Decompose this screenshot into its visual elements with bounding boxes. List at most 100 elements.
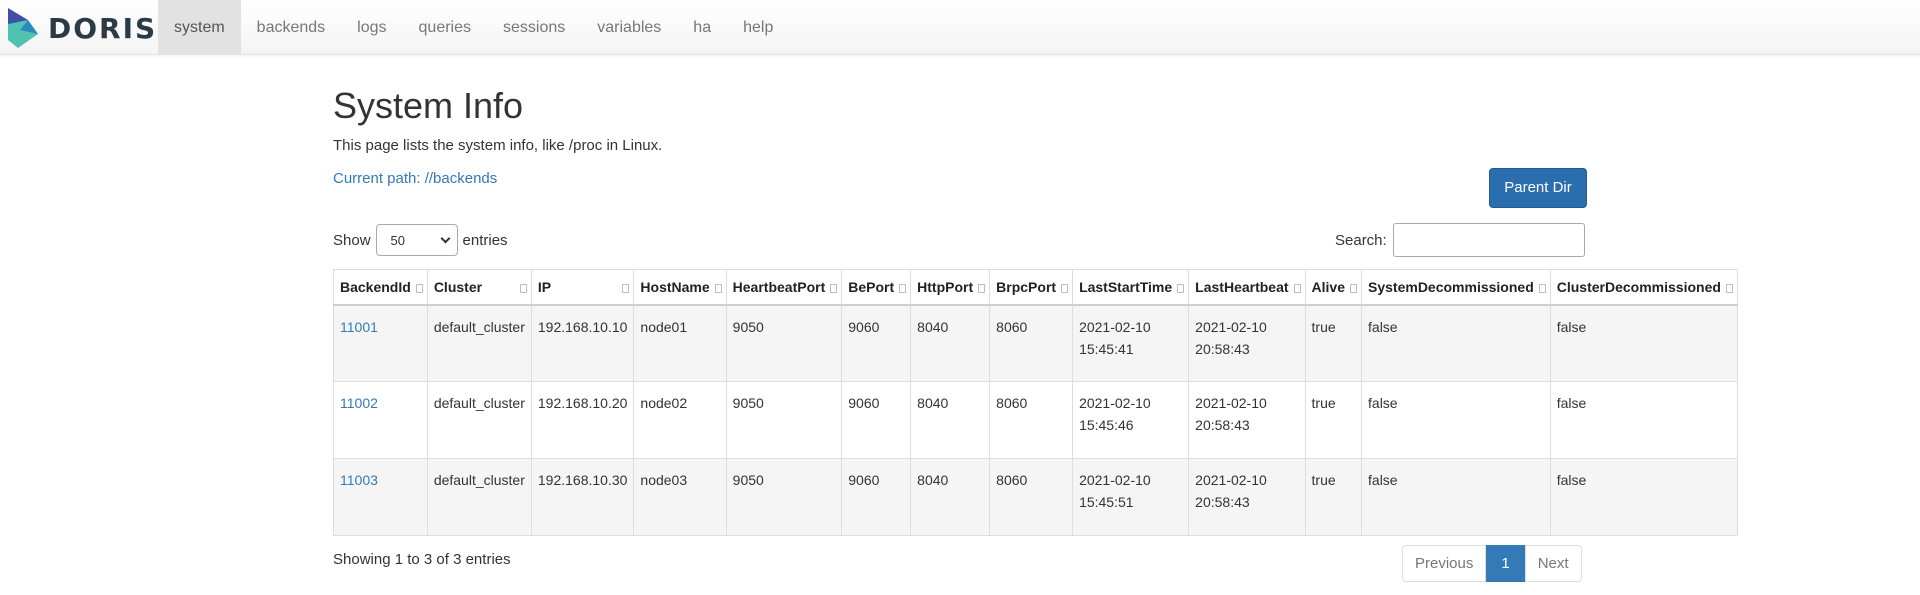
entries-length-control: Show 50 entries xyxy=(333,223,508,257)
cell-clusterdecommissioned: false xyxy=(1549,304,1738,382)
cell-systemdecommissioned: false xyxy=(1361,381,1551,459)
current-path[interactable]: Current path: //backends xyxy=(333,170,497,187)
page-description: This page lists the system info, like /p… xyxy=(333,137,663,154)
sort-icon[interactable] xyxy=(1725,284,1733,293)
next-page-button[interactable]: Next xyxy=(1524,545,1582,582)
cell-laststarttime: 2021-02-10 15:45:41 xyxy=(1072,304,1190,382)
sort-icon[interactable] xyxy=(519,284,527,293)
nav-item-system[interactable]: system xyxy=(158,0,241,55)
cell-ip: 192.168.10.30 xyxy=(530,458,635,536)
cell-ip: 192.168.10.10 xyxy=(530,304,635,382)
pagination: Previous 1 Next xyxy=(1402,545,1582,582)
page-title: System Info xyxy=(333,85,524,126)
table-row: 11003 default_cluster 192.168.10.30 node03 9… xyxy=(333,458,1738,536)
column-header-label: Alive xyxy=(1311,278,1346,295)
sort-icon[interactable] xyxy=(1350,284,1358,293)
sort-icon[interactable] xyxy=(830,284,838,293)
backends-table: BackendId Cluster IP HostName HeartbeatPort B… xyxy=(333,269,1738,536)
cell-clusterdecommissioned: false xyxy=(1549,458,1738,536)
column-header-brpcport[interactable]: BrpcPort xyxy=(989,269,1074,306)
column-header-label: BePort xyxy=(848,278,895,295)
cell-line: 20:58:43 xyxy=(1195,340,1250,357)
column-header-backendid[interactable]: BackendId xyxy=(333,269,428,306)
cell-laststarttime: 2021-02-10 15:45:51 xyxy=(1072,458,1190,536)
cell-systemdecommissioned: false xyxy=(1361,304,1551,382)
cell-httpport: 8040 xyxy=(910,381,991,459)
column-header-label: HeartbeatPort xyxy=(732,278,826,295)
cell-backendid[interactable]: 11001 xyxy=(333,304,428,382)
cell-brpcport: 8060 xyxy=(989,304,1074,382)
nav-item-sessions[interactable]: sessions xyxy=(487,0,581,55)
sort-icon[interactable] xyxy=(899,284,907,293)
cell-systemdecommissioned: false xyxy=(1361,458,1551,536)
cell-brpcport: 8060 xyxy=(989,458,1074,536)
column-header-httpport[interactable]: HttpPort xyxy=(910,269,991,306)
column-header-label: IP xyxy=(537,278,552,295)
column-header-label: HttpPort xyxy=(917,278,974,295)
table-row: 11002 default_cluster 192.168.10.20 node02 9… xyxy=(333,381,1738,459)
main-nav: system backends logs queries sessions variabl… xyxy=(158,0,789,55)
chevron-down-icon xyxy=(440,233,450,243)
column-header-ip[interactable]: IP xyxy=(530,269,635,306)
column-header-label: LastStartTime xyxy=(1079,278,1173,295)
column-header-hostname[interactable]: HostName xyxy=(633,269,727,306)
sort-icon[interactable] xyxy=(978,284,986,293)
column-header-laststarttime[interactable]: LastStartTime xyxy=(1072,269,1190,306)
cell-httpport: 8040 xyxy=(910,458,991,536)
column-header-cluster[interactable]: Cluster xyxy=(426,269,532,306)
sort-icon[interactable] xyxy=(1293,284,1301,293)
column-header-heartbeatport[interactable]: HeartbeatPort xyxy=(725,269,843,306)
column-header-beport[interactable]: BePort xyxy=(841,269,912,306)
column-header-lastheartbeat[interactable]: LastHeartbeat xyxy=(1188,269,1306,306)
column-header-clusterdecommissioned[interactable]: ClusterDecommissioned xyxy=(1549,269,1738,306)
parent-dir-button[interactable]: Parent Dir xyxy=(1489,168,1587,208)
nav-item-logs[interactable]: logs xyxy=(341,0,402,55)
sort-icon[interactable] xyxy=(622,284,630,293)
page-1-button[interactable]: 1 xyxy=(1486,545,1525,582)
cell-line: 2021-02-10 xyxy=(1195,318,1267,335)
cell-beport: 9060 xyxy=(841,381,912,459)
cell-alive: true xyxy=(1304,458,1363,536)
show-label: Show xyxy=(333,231,371,249)
nav-item-ha[interactable]: ha xyxy=(677,0,727,55)
nav-item-help[interactable]: help xyxy=(727,0,789,55)
cell-lastheartbeat: 2021-02-10 20:58:43 xyxy=(1188,381,1306,459)
cell-ip: 192.168.10.20 xyxy=(530,381,635,459)
search-input[interactable] xyxy=(1392,223,1585,257)
column-header-systemdecommissioned[interactable]: SystemDecommissioned xyxy=(1361,269,1551,306)
entries-select-value: 50 xyxy=(390,232,405,248)
brand-name: DORIS xyxy=(48,11,158,45)
cell-hostname: node02 xyxy=(633,381,727,459)
sort-icon[interactable] xyxy=(1538,284,1546,293)
cell-hostname: node01 xyxy=(633,304,727,382)
cell-line: 20:58:43 xyxy=(1195,417,1250,433)
cell-lastheartbeat: 2021-02-10 20:58:43 xyxy=(1188,304,1306,382)
column-header-label: Cluster xyxy=(433,278,483,295)
cell-backendid[interactable]: 11002 xyxy=(333,381,428,459)
brand[interactable]: DORIS xyxy=(6,4,157,52)
backends-table-wrapper: BackendId Cluster IP HostName HeartbeatPort B… xyxy=(333,269,1920,536)
cell-line: 2021-02-10 xyxy=(1079,395,1151,411)
cell-beport: 9060 xyxy=(841,304,912,382)
cell-line: 2021-02-10 xyxy=(1195,472,1267,488)
sort-icon[interactable] xyxy=(415,284,423,293)
cell-line: 15:45:46 xyxy=(1079,417,1134,433)
entries-select[interactable]: 50 xyxy=(375,224,458,256)
cell-line: 15:45:41 xyxy=(1079,340,1134,357)
sort-icon[interactable] xyxy=(1061,284,1069,293)
sort-icon[interactable] xyxy=(714,284,722,293)
column-header-label: LastHeartbeat xyxy=(1195,278,1289,295)
nav-item-variables[interactable]: variables xyxy=(581,0,677,55)
column-header-alive[interactable]: Alive xyxy=(1304,269,1363,306)
cell-alive: true xyxy=(1304,381,1363,459)
doris-logo-icon xyxy=(8,8,38,48)
table-info: Showing 1 to 3 of 3 entries xyxy=(333,551,511,568)
column-header-label: BrpcPort xyxy=(996,278,1057,295)
previous-page-button[interactable]: Previous xyxy=(1402,545,1487,582)
sort-icon[interactable] xyxy=(1177,284,1185,293)
nav-item-queries[interactable]: queries xyxy=(403,0,487,55)
nav-item-backends[interactable]: backends xyxy=(241,0,342,55)
column-header-label: BackendId xyxy=(340,278,411,295)
cell-backendid[interactable]: 11003 xyxy=(333,458,428,536)
search-label: Search: xyxy=(1335,231,1387,249)
